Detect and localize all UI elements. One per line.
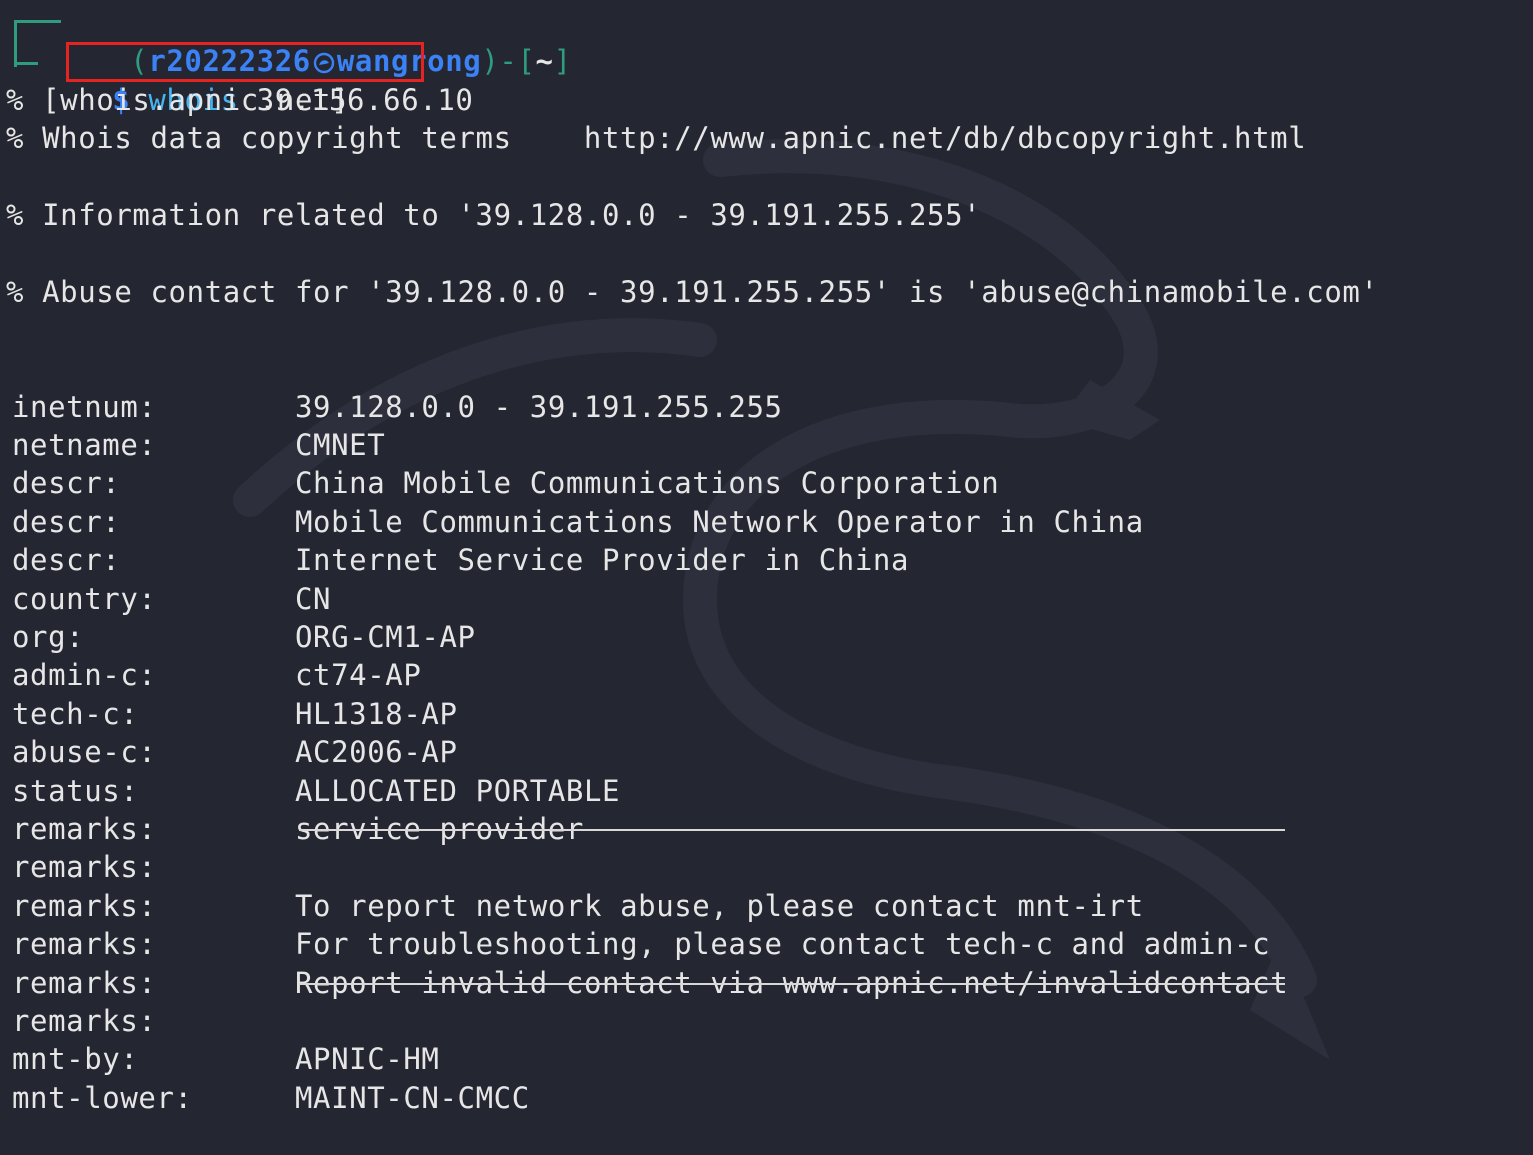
- record-value: MAINT-CN-CMCC: [295, 1081, 530, 1115]
- record-row: country: CN: [6, 542, 1506, 616]
- command-highlight-box: [66, 42, 424, 82]
- record-row: remarks: To report network abuse, please …: [6, 849, 1506, 923]
- record-key: mnt-lower:: [12, 1081, 193, 1115]
- prompt-dir: ~: [535, 44, 554, 78]
- prompt-frame-bottom: [14, 62, 38, 65]
- record-row: descr: Internet Service Provider in China: [6, 503, 1506, 577]
- record-row: remarks: Report invalid contact via www.a…: [6, 926, 1506, 1000]
- output-line-source: % [whois.apnic.net]: [6, 83, 350, 117]
- record-row: org: ORG-CM1-AP: [6, 580, 1506, 654]
- record-row: descr: China Mobile Communications Corpor…: [6, 426, 1506, 500]
- record-row: remarks:: [6, 964, 1506, 1038]
- terminal-window[interactable]: (r20222326 wangrong)-[~] $ whois 39.156.6…: [0, 0, 1533, 1115]
- remarks-divider: [299, 829, 1285, 831]
- record-row: remarks: For troubleshooting, please cont…: [6, 887, 1506, 961]
- record-row: status: ALLOCATED PORTABLE: [6, 734, 1506, 808]
- record-row: inetnum: 39.128.0.0 - 39.191.255.255: [6, 350, 1506, 424]
- output-line-copyright: % Whois data copyright terms http://www.…: [6, 121, 1307, 155]
- record-row: tech-c: HL1318-AP: [6, 657, 1506, 731]
- record-row: remarks:: [6, 810, 1506, 884]
- record-row: mnt-lower: MAINT-CN-CMCC: [6, 1041, 1506, 1115]
- prompt-header: (r20222326 wangrong)-[~]: [130, 44, 572, 78]
- record-row: descr: Mobile Communications Network Oper…: [6, 465, 1506, 539]
- output-line-abuse-contact: % Abuse contact for '39.128.0.0 - 39.191…: [6, 275, 1379, 309]
- record-row: mnt-by: APNIC-HM: [6, 1002, 1506, 1076]
- record-row: netname: CMNET: [6, 388, 1506, 462]
- record-row: abuse-c: AC2006-AP: [6, 695, 1506, 769]
- remarks-divider: [299, 983, 1285, 985]
- record-row: admin-c: ct74-AP: [6, 618, 1506, 692]
- output-line-information: % Information related to '39.128.0.0 - 3…: [6, 198, 982, 232]
- record-row: remarks: service provider: [6, 772, 1506, 846]
